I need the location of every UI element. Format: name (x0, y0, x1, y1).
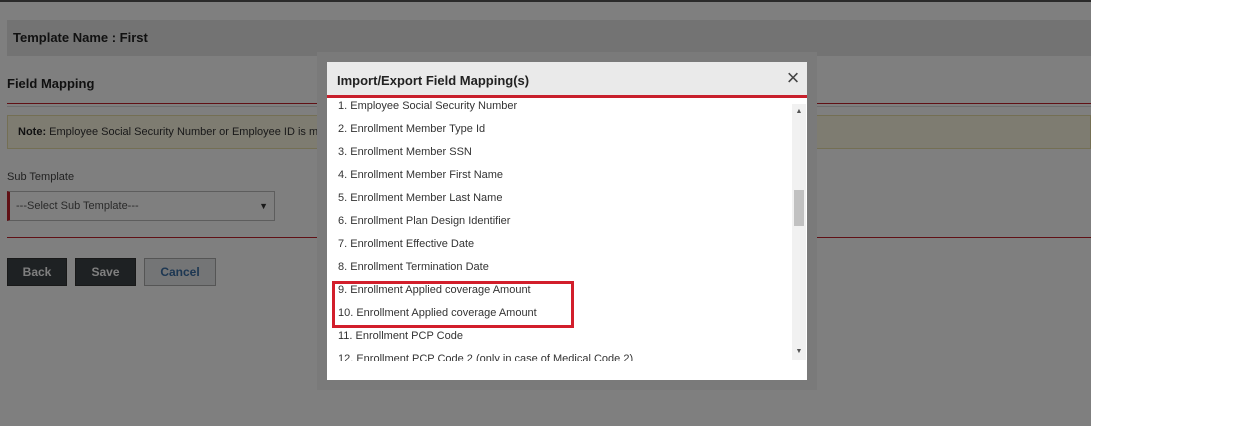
highlight-annotation (332, 281, 574, 328)
field-list-item: 2. Enrollment Member Type Id (338, 123, 486, 135)
field-list-item: 6. Enrollment Plan Design Identifier (338, 215, 511, 227)
field-list-item: 11. Enrollment PCP Code (338, 330, 463, 342)
modal-header: Import/Export Field Mapping(s) × (327, 62, 807, 98)
field-mapping-modal: Import/Export Field Mapping(s) × 1. Empl… (327, 62, 807, 380)
field-list-item: 12. Enrollment PCP Code 2 (only in case … (338, 353, 634, 361)
field-list-item: 4. Enrollment Member First Name (338, 169, 504, 181)
field-list-item: 3. Enrollment Member SSN (338, 146, 472, 158)
scroll-up-icon[interactable]: ▲ (792, 106, 806, 118)
scroll-thumb[interactable] (794, 190, 804, 226)
scroll-down-icon[interactable]: ▼ (792, 346, 806, 358)
field-list-item: 8. Enrollment Termination Date (338, 261, 489, 273)
modal-title: Import/Export Field Mapping(s) (337, 73, 530, 88)
close-icon[interactable]: × (783, 67, 803, 90)
scrollbar[interactable]: ▲ ▼ (792, 104, 806, 360)
field-list-item: 5. Enrollment Member Last Name (338, 192, 503, 204)
field-list-item: 7. Enrollment Effective Date (338, 238, 475, 250)
field-list-item: 1. Employee Social Security Number (338, 100, 518, 112)
